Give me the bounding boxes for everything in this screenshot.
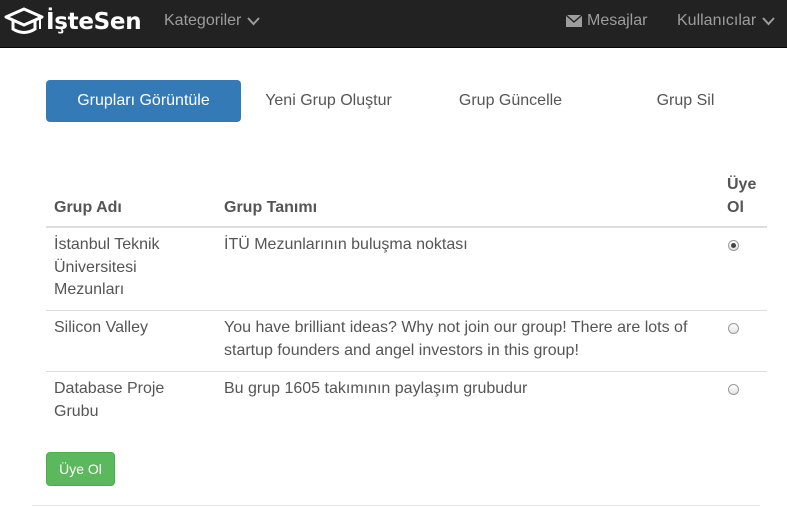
tab-view-groups[interactable]: Grupları Görüntüle [46, 80, 241, 122]
column-header-join: Üye Ol [727, 173, 756, 219]
group-name-line: Silicon Valley [54, 319, 148, 336]
users-dropdown[interactable]: Kullanıcılar [677, 12, 775, 30]
users-label: Kullanıcılar [677, 12, 757, 29]
graduation-cap-icon [4, 7, 44, 34]
join-radio[interactable] [728, 240, 739, 251]
join-button[interactable]: Üye Ol [46, 452, 115, 486]
categories-dropdown[interactable]: Kategoriler [164, 12, 261, 30]
row-divider [46, 371, 767, 372]
group-description-line: Bu grup 1605 takımının paylaşım grubudur [224, 380, 528, 397]
navbar: İşteSen Kategoriler Mesajlar Kullanıcıla… [0, 0, 787, 48]
group-description-line: İTÜ Mezunlarının buluşma noktası [224, 236, 468, 253]
tab-update-group[interactable]: Grup Güncelle [413, 80, 608, 122]
footer-divider [32, 505, 760, 506]
row-divider [46, 310, 767, 311]
group-name-line: Mezunları [54, 281, 125, 298]
column-header-description: Grup Tanımı [224, 199, 318, 216]
group-description-line: You have brilliant ideas? Why not join o… [224, 319, 688, 336]
group-name-cell: Silicon Valley [54, 317, 148, 340]
messages-link[interactable]: Mesajlar [566, 12, 647, 30]
header-divider [46, 226, 767, 228]
tab-create-group[interactable]: Yeni Grup Oluştur [231, 80, 426, 122]
group-description-cell: İTÜ Mezunlarının buluşma noktası [224, 234, 468, 257]
messages-label: Mesajlar [587, 12, 648, 29]
group-name-line: Database Proje [54, 380, 165, 397]
chevron-down-icon [762, 16, 775, 25]
group-name-cell: Database Proje Grubu [54, 378, 164, 423]
join-radio[interactable] [728, 323, 739, 334]
group-name-line: Grubu [54, 402, 99, 420]
column-header-join-line1: Üye [727, 176, 757, 193]
brand-logo[interactable]: İşteSen [4, 4, 142, 40]
group-name-line: Üniversitesi [54, 258, 137, 276]
join-radio[interactable] [728, 384, 739, 395]
chevron-down-icon [247, 16, 261, 25]
tab-delete-group[interactable]: Grup Sil [588, 80, 783, 122]
categories-label: Kategoriler [164, 12, 242, 29]
envelope-icon [566, 15, 582, 27]
group-name-cell: İstanbul Teknik Üniversitesi Mezunları [54, 234, 160, 302]
brand-name: İşteSen [46, 9, 142, 35]
column-header-name: Grup Adı [54, 199, 122, 216]
group-name-line: İstanbul Teknik [54, 236, 160, 253]
group-description-cell: You have brilliant ideas? Why not join o… [224, 317, 687, 362]
group-description-line: startup founders and angel investors in … [224, 341, 579, 359]
column-header-join-line2: Ol [727, 199, 744, 216]
group-description-cell: Bu grup 1605 takımının paylaşım grubudur [224, 378, 527, 401]
